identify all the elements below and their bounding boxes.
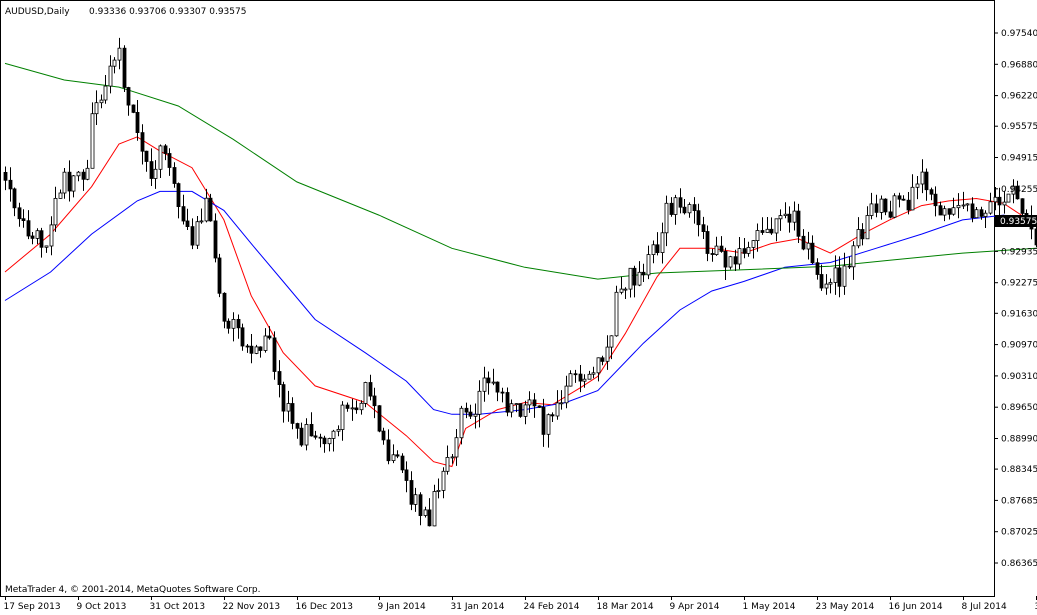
- candle: [363, 381, 368, 408]
- price-tick-label: 0.87025: [1001, 528, 1037, 538]
- price-tick-label: 0.97540: [1001, 29, 1037, 39]
- candle: [131, 104, 136, 114]
- price-tick-label: 0.96220: [1001, 92, 1037, 102]
- price-tick-label: 0.90970: [1001, 341, 1037, 351]
- candle: [208, 193, 213, 222]
- price-tick-label: 0.88345: [1001, 465, 1037, 475]
- candle: [614, 285, 619, 337]
- date-tick-label: 9 Oct 2013: [77, 602, 127, 612]
- candle: [518, 403, 523, 418]
- price-tick-label: 0.94915: [1001, 154, 1037, 164]
- price-tag-label: 0.93575: [1000, 217, 1037, 227]
- date-tick-label: 22 Nov 2013: [223, 602, 281, 612]
- ohlc-values: 0.93336 0.93706 0.93307 0.93575: [89, 7, 246, 17]
- price-tick-label: 0.96880: [1001, 60, 1037, 70]
- date-tick-label: 16 Jun 2014: [889, 602, 943, 612]
- date-tick-label: 1 May 2014: [743, 602, 796, 612]
- date-tick-label: 31 Oct 2013: [150, 602, 206, 612]
- candle: [377, 405, 382, 433]
- date-tick-label: 31 Jan 2014: [451, 602, 505, 612]
- price-tick-label: 0.88990: [1001, 435, 1037, 445]
- price-tick-label: 0.86365: [1001, 559, 1037, 569]
- candle: [213, 213, 218, 263]
- chart-window[interactable]: 0.97540 0.96880 0.96220 0.95575 0.94915 0.942…: [0, 0, 1037, 615]
- candle: [1006, 193, 1011, 203]
- current-price-tag: 0.93575: [995, 215, 1037, 227]
- candle: [728, 255, 733, 270]
- candle: [217, 253, 222, 298]
- symbol-label: AUDUSD,Daily: [5, 7, 70, 17]
- price-chart[interactable]: 0.97540 0.96880 0.96220 0.95575 0.94915 0.942…: [0, 0, 1037, 615]
- candle: [122, 45, 127, 92]
- chart-background: [0, 0, 1037, 615]
- candle: [892, 193, 897, 219]
- date-tick-label: 24 Feb 2014: [524, 602, 580, 612]
- date-tick-label: 9 Apr 2014: [670, 602, 720, 612]
- date-tick-label: 9 Jan 2014: [378, 602, 426, 612]
- price-tick-label: 0.90310: [1001, 372, 1037, 382]
- price-tick-label: 0.89650: [1001, 403, 1037, 413]
- candle: [537, 405, 542, 408]
- price-tick-label: 0.87685: [1001, 496, 1037, 506]
- price-tick-label: 0.92935: [1001, 247, 1037, 257]
- date-tick-label: 16 Dec 2013: [296, 602, 354, 612]
- price-tick-label: 0.94255: [1001, 185, 1037, 195]
- date-tick-label: 18 Mar 2014: [597, 602, 654, 612]
- candle: [400, 453, 405, 473]
- price-tick-label: 0.92275: [1001, 279, 1037, 289]
- copyright-text: MetaTrader 4, © 2001-2014, MetaQuotes So…: [5, 585, 261, 595]
- date-tick-label: 23 May 2014: [816, 602, 875, 612]
- price-tick-label: 0.91630: [1001, 309, 1037, 319]
- date-tick-label: 17 Sep 2013: [4, 602, 61, 612]
- price-tick-label: 0.95575: [1001, 122, 1037, 132]
- date-tick-label: 8 Jul 2014: [962, 602, 1007, 612]
